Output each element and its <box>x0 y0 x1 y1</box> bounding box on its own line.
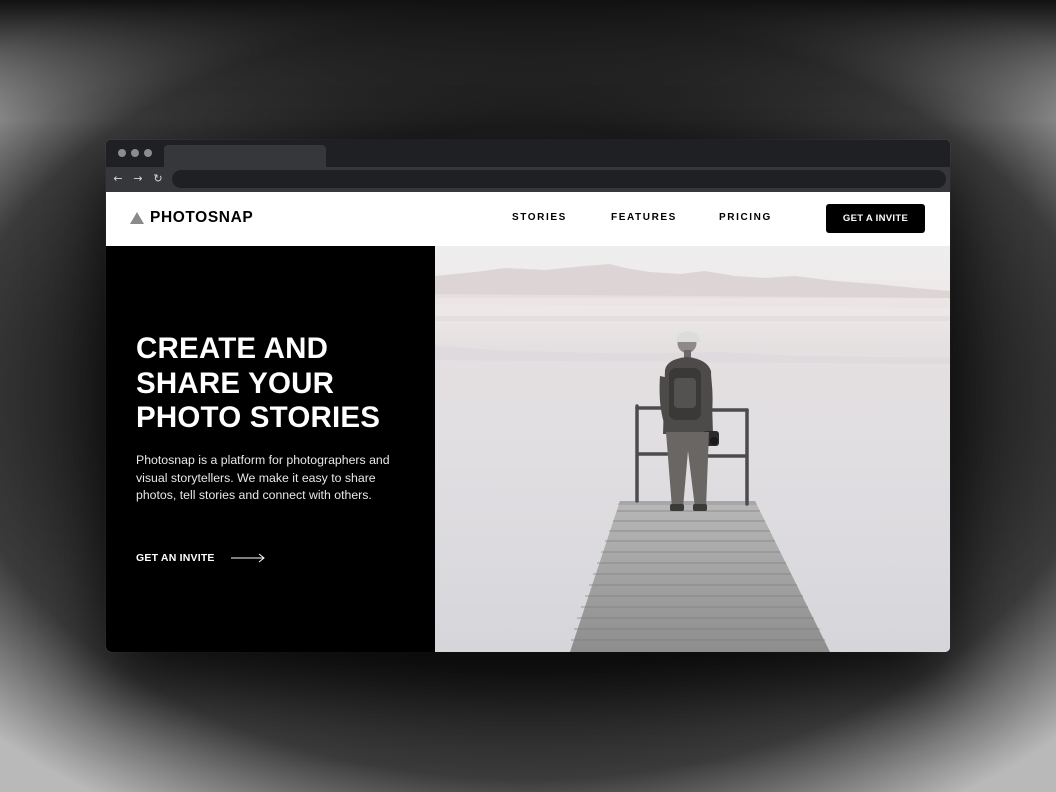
get-an-invite-label: GET AN INVITE <box>136 552 215 564</box>
browser-titlebar <box>106 140 950 167</box>
site-header: PHOTOSNAP STORIES FEATURES PRICING GET A… <box>106 192 950 246</box>
maximize-window-button[interactable] <box>144 149 152 157</box>
hero-section: CREATE AND SHARE YOUR PHOTO STORIES Phot… <box>106 246 950 652</box>
window-controls <box>118 149 152 157</box>
back-arrow-icon[interactable]: ← <box>110 171 126 187</box>
hero-title-line-3: PHOTO STORIES <box>136 401 381 434</box>
nav-link-features[interactable]: FEATURES <box>611 212 677 223</box>
forward-arrow-icon[interactable]: → <box>130 171 146 187</box>
browser-toolbar: ← → ↻ <box>106 167 950 192</box>
nav-link-stories[interactable]: STORIES <box>512 212 567 223</box>
hero-description: Photosnap is a platform for photographer… <box>136 453 390 503</box>
hero-photo <box>435 246 950 652</box>
website: PHOTOSNAP STORIES FEATURES PRICING GET A… <box>106 192 950 652</box>
close-window-button[interactable] <box>118 149 126 157</box>
browser-tab[interactable] <box>164 145 326 167</box>
logo[interactable]: PHOTOSNAP <box>130 209 253 227</box>
triangle-logo-icon <box>130 212 144 224</box>
minimize-window-button[interactable] <box>131 149 139 157</box>
hero-title-line-2: SHARE YOUR <box>136 366 335 400</box>
reload-icon[interactable]: ↻ <box>150 171 166 187</box>
get-an-invite-link[interactable]: GET AN INVITE <box>136 552 265 564</box>
hero-title: CREATE AND SHARE YOUR PHOTO STORIES <box>136 332 406 436</box>
logo-text: PHOTOSNAP <box>150 209 254 226</box>
arrow-right-icon <box>230 553 265 563</box>
backdrop <box>0 0 1056 120</box>
hero-title-line-1: CREATE AND <box>136 332 329 365</box>
nav-link-pricing[interactable]: PRICING <box>719 212 772 223</box>
get-invite-button[interactable]: GET A INVITE <box>826 204 925 233</box>
browser-window: ← → ↻ PHOTOSNAP STORIES FEATURES PRICING… <box>106 140 950 652</box>
address-bar[interactable] <box>172 170 946 188</box>
hero-text-panel: CREATE AND SHARE YOUR PHOTO STORIES Phot… <box>106 246 435 652</box>
